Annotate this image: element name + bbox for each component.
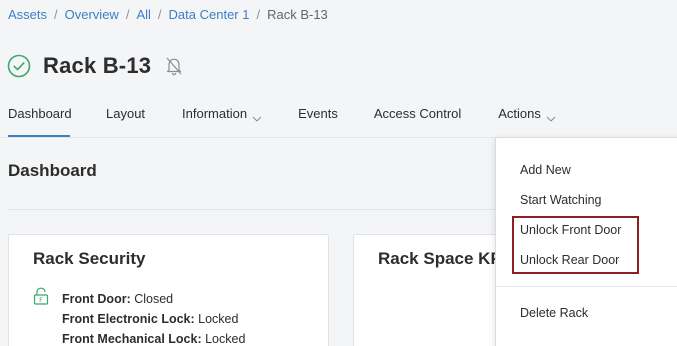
status-label: Front Electronic Lock: xyxy=(62,312,195,326)
breadcrumb-separator: / xyxy=(157,7,162,22)
status-label: Front Mechanical Lock: xyxy=(62,332,202,346)
breadcrumb: Assets / Overview / All / Data Center 1 / Rack B… xyxy=(8,7,328,22)
check-circle-icon xyxy=(7,54,31,78)
page-header: Rack B-13 xyxy=(7,52,183,80)
tab-label: Access Control xyxy=(373,106,462,121)
card-title: Rack Space KPI xyxy=(378,249,507,268)
lock-open-icon: F xyxy=(33,287,49,305)
chevron-down-icon xyxy=(546,110,556,122)
breadcrumb-separator: / xyxy=(256,7,261,22)
front-mechanical-lock-status: Front Mechanical Lock: Locked xyxy=(62,329,245,346)
tab-label: Dashboard xyxy=(8,106,72,121)
breadcrumb-item-data-center[interactable]: Data Center 1 xyxy=(169,7,250,22)
menu-item-start-watching[interactable]: Start Watching xyxy=(520,193,602,207)
chevron-down-icon xyxy=(252,110,262,122)
section-title: Dashboard xyxy=(8,161,97,180)
breadcrumb-separator: / xyxy=(125,7,130,22)
tab-label: Layout xyxy=(106,106,146,121)
tab-information[interactable]: Information xyxy=(182,104,262,134)
status-value: Locked xyxy=(194,312,239,326)
breadcrumb-item-overview[interactable]: Overview xyxy=(65,7,119,22)
card-title: Rack Security xyxy=(33,249,146,268)
status-value: Locked xyxy=(201,332,246,346)
menu-divider xyxy=(496,286,677,287)
tab-label: Information xyxy=(182,106,248,121)
menu-item-add-new[interactable]: Add New xyxy=(520,163,571,177)
front-door-status: Front Door: Closed xyxy=(62,289,245,309)
status-value: Closed xyxy=(130,292,174,306)
tab-events[interactable]: Events xyxy=(298,104,338,134)
breadcrumb-item-assets[interactable]: Assets xyxy=(8,7,47,22)
front-electronic-lock-status: Front Electronic Lock: Locked xyxy=(62,309,245,329)
svg-text:F: F xyxy=(39,296,43,304)
page-title: Rack B-13 xyxy=(43,53,152,78)
security-status-list: Front Door: Closed Front Electronic Lock… xyxy=(62,289,245,346)
tab-bar: Dashboard Layout Information Events Acce… xyxy=(8,104,556,137)
tab-actions[interactable]: Actions xyxy=(498,104,556,134)
rack-security-card: Rack Security F Front Door: Closed Front… xyxy=(8,234,329,346)
actions-dropdown-menu: Add New Start Watching Unlock Front Door… xyxy=(495,137,677,346)
tab-label: Events xyxy=(298,106,338,121)
rack-space-kpi-card: Rack Space KPI xyxy=(353,234,507,346)
tab-access-control[interactable]: Access Control xyxy=(374,104,461,134)
breadcrumb-current: Rack B-13 xyxy=(267,7,328,22)
menu-item-unlock-rear-door[interactable]: Unlock Rear Door xyxy=(520,253,619,267)
menu-item-unlock-front-door[interactable]: Unlock Front Door xyxy=(520,223,621,237)
tab-layout[interactable]: Layout xyxy=(106,104,145,134)
breadcrumb-separator: / xyxy=(54,7,58,22)
breadcrumb-item-all[interactable]: All xyxy=(136,7,150,22)
tab-dashboard[interactable]: Dashboard xyxy=(8,104,72,137)
status-label: Front Door: xyxy=(62,292,131,306)
tab-label: Actions xyxy=(498,106,541,121)
menu-item-delete-rack[interactable]: Delete Rack xyxy=(520,306,588,320)
bell-off-icon[interactable] xyxy=(165,56,183,76)
